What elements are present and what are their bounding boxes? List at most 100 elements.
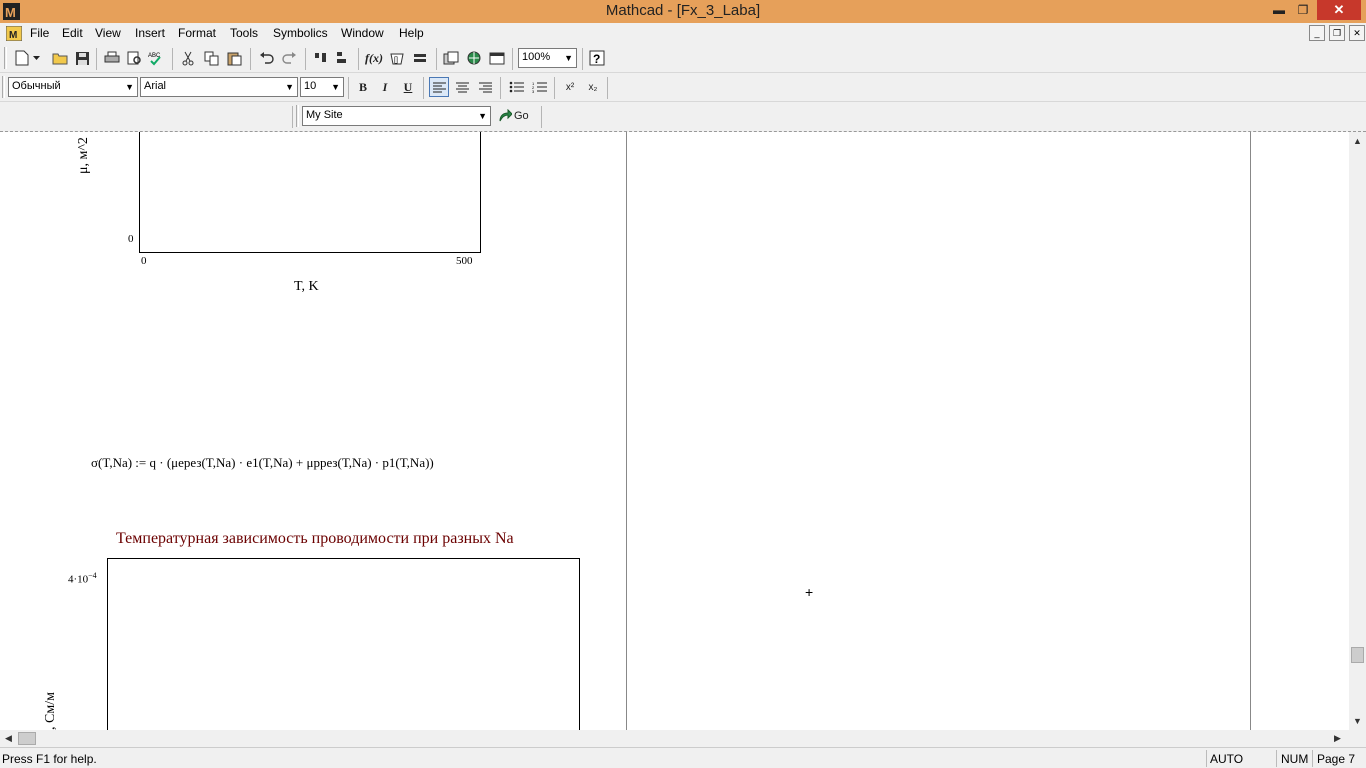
toolbar-grip[interactable] [296,105,299,127]
plot2-y-max-exponent: −4 [88,571,97,580]
conductivity-plot[interactable] [107,558,580,730]
align-down-icon[interactable] [332,48,352,68]
mobility-plot[interactable] [139,132,481,253]
page-boundary [1250,132,1251,730]
style-value: Обычный [12,80,61,92]
menu-tools[interactable]: Tools [230,26,258,40]
doc-restore-button[interactable]: ❐ [1329,25,1345,41]
toolbar-grip[interactable] [2,76,5,98]
scroll-right-icon[interactable]: ▶ [1334,733,1341,744]
toolbar-separator [348,77,349,99]
numbered-list-icon[interactable]: 123 [529,77,549,97]
horizontal-scroll-thumb[interactable] [18,732,36,745]
component-wizard-icon[interactable] [441,48,461,68]
insertion-crosshair: + [805,584,814,600]
menu-help[interactable]: Help [399,26,424,40]
restore-button[interactable]: ❐ [1290,0,1316,20]
worksheet[interactable]: μ, м^2 0 0 500 T, K σ(T,Na) := q · (μере… [0,132,1349,730]
style-select[interactable]: Обычный ▼ [8,77,138,97]
toolbar-separator [512,48,513,70]
vertical-scroll-thumb[interactable] [1351,647,1364,663]
toolbar-separator [607,77,608,99]
plot1-y-tick: 0 [128,233,134,245]
zoom-select[interactable]: 100% ▼ [518,48,577,68]
menu-window[interactable]: Window [341,26,384,40]
paste-icon[interactable] [224,48,244,68]
go-label: Go [514,110,529,122]
chevron-down-icon: ▼ [285,82,294,92]
status-separator [1206,750,1207,767]
window-icon[interactable] [487,48,507,68]
scroll-down-icon[interactable]: ▼ [1353,716,1362,726]
save-icon[interactable] [72,48,92,68]
scroll-corner [1349,730,1366,747]
close-button[interactable]: ✕ [1317,0,1361,20]
doc-minimize-button[interactable]: _ [1309,25,1325,41]
underline-button[interactable]: U [398,77,418,97]
subscript-button[interactable]: x₂ [583,77,603,97]
align-left-icon[interactable] [429,77,449,97]
toolbar-separator [423,77,424,99]
conductivity-formula[interactable]: σ(T,Na) := q · (μерез(T,Na) · e1(T,Na) +… [91,455,434,471]
svg-text:3: 3 [532,89,535,93]
menu-insert[interactable]: Insert [135,26,165,40]
plot2-title: Температурная зависимость проводимости п… [116,530,514,547]
print-preview-icon[interactable] [124,48,144,68]
spell-check-icon[interactable]: ABC [146,48,166,68]
standard-toolbar: ABC f(x) [] 100% ▼ ? [0,44,1366,73]
scroll-up-icon[interactable]: ▲ [1353,136,1362,146]
open-folder-icon[interactable] [50,48,70,68]
menu-format[interactable]: Format [178,26,216,40]
font-select[interactable]: Arial ▼ [140,77,298,97]
plot1-ylabel: μ, м^2 [76,137,91,174]
site-select[interactable]: My Site ▼ [302,106,491,126]
horizontal-scrollbar[interactable]: ◀ ▶ [0,730,1349,747]
toolbar-separator [436,48,437,70]
formatting-toolbar: Обычный ▼ Arial ▼ 10 ▼ B I U 123 x² x₂ [0,73,1366,102]
toolbar-separator [96,48,97,70]
status-separator [1276,750,1277,767]
scroll-left-icon[interactable]: ◀ [5,733,12,744]
align-right-icon[interactable] [475,77,495,97]
menu-edit[interactable]: Edit [62,26,83,40]
toolbar-separator [292,106,293,128]
cut-icon[interactable] [178,48,198,68]
print-icon[interactable] [102,48,122,68]
bullet-list-icon[interactable] [506,77,526,97]
help-icon[interactable]: ? [587,48,607,68]
toolbar-separator [582,48,583,70]
superscript-button[interactable]: x² [560,77,580,97]
redo-icon[interactable] [279,48,299,68]
toolbar-separator [172,48,173,70]
insert-function-icon[interactable]: f(x) [364,48,384,68]
insert-unit-icon[interactable]: [] [387,48,407,68]
go-button[interactable]: Go [498,106,538,126]
menu-view[interactable]: View [95,26,121,40]
resource-center-icon[interactable] [464,48,484,68]
doc-close-button[interactable]: ✕ [1349,25,1365,41]
toolbar-separator [500,77,501,99]
align-center-icon[interactable] [452,77,472,97]
bold-button[interactable]: B [353,77,373,97]
status-separator [1312,750,1313,767]
plot2-ylabel: , См/м [43,692,58,730]
copy-icon[interactable] [201,48,221,68]
font-size-select[interactable]: 10 ▼ [300,77,344,97]
calculate-icon[interactable] [410,48,430,68]
minimize-button[interactable]: ▬ [1266,0,1292,20]
undo-icon[interactable] [256,48,276,68]
document-icon[interactable]: M [6,26,22,41]
new-document-icon[interactable] [12,48,32,68]
vertical-scrollbar[interactable]: ▲ ▼ [1349,132,1366,730]
menu-symbolics[interactable]: Symbolics [273,26,328,40]
new-dropdown-chevron-down-icon[interactable] [30,48,42,68]
status-help-text: Press F1 for help. [2,752,97,766]
page-boundary [626,132,627,730]
toolbar-grip[interactable] [4,47,7,69]
toolbar-separator [305,48,306,70]
status-calc-mode: AUTO [1210,752,1244,766]
menu-file[interactable]: File [30,26,49,40]
align-across-icon[interactable] [311,48,331,68]
italic-button[interactable]: I [375,77,395,97]
chevron-down-icon: ▼ [478,111,487,121]
